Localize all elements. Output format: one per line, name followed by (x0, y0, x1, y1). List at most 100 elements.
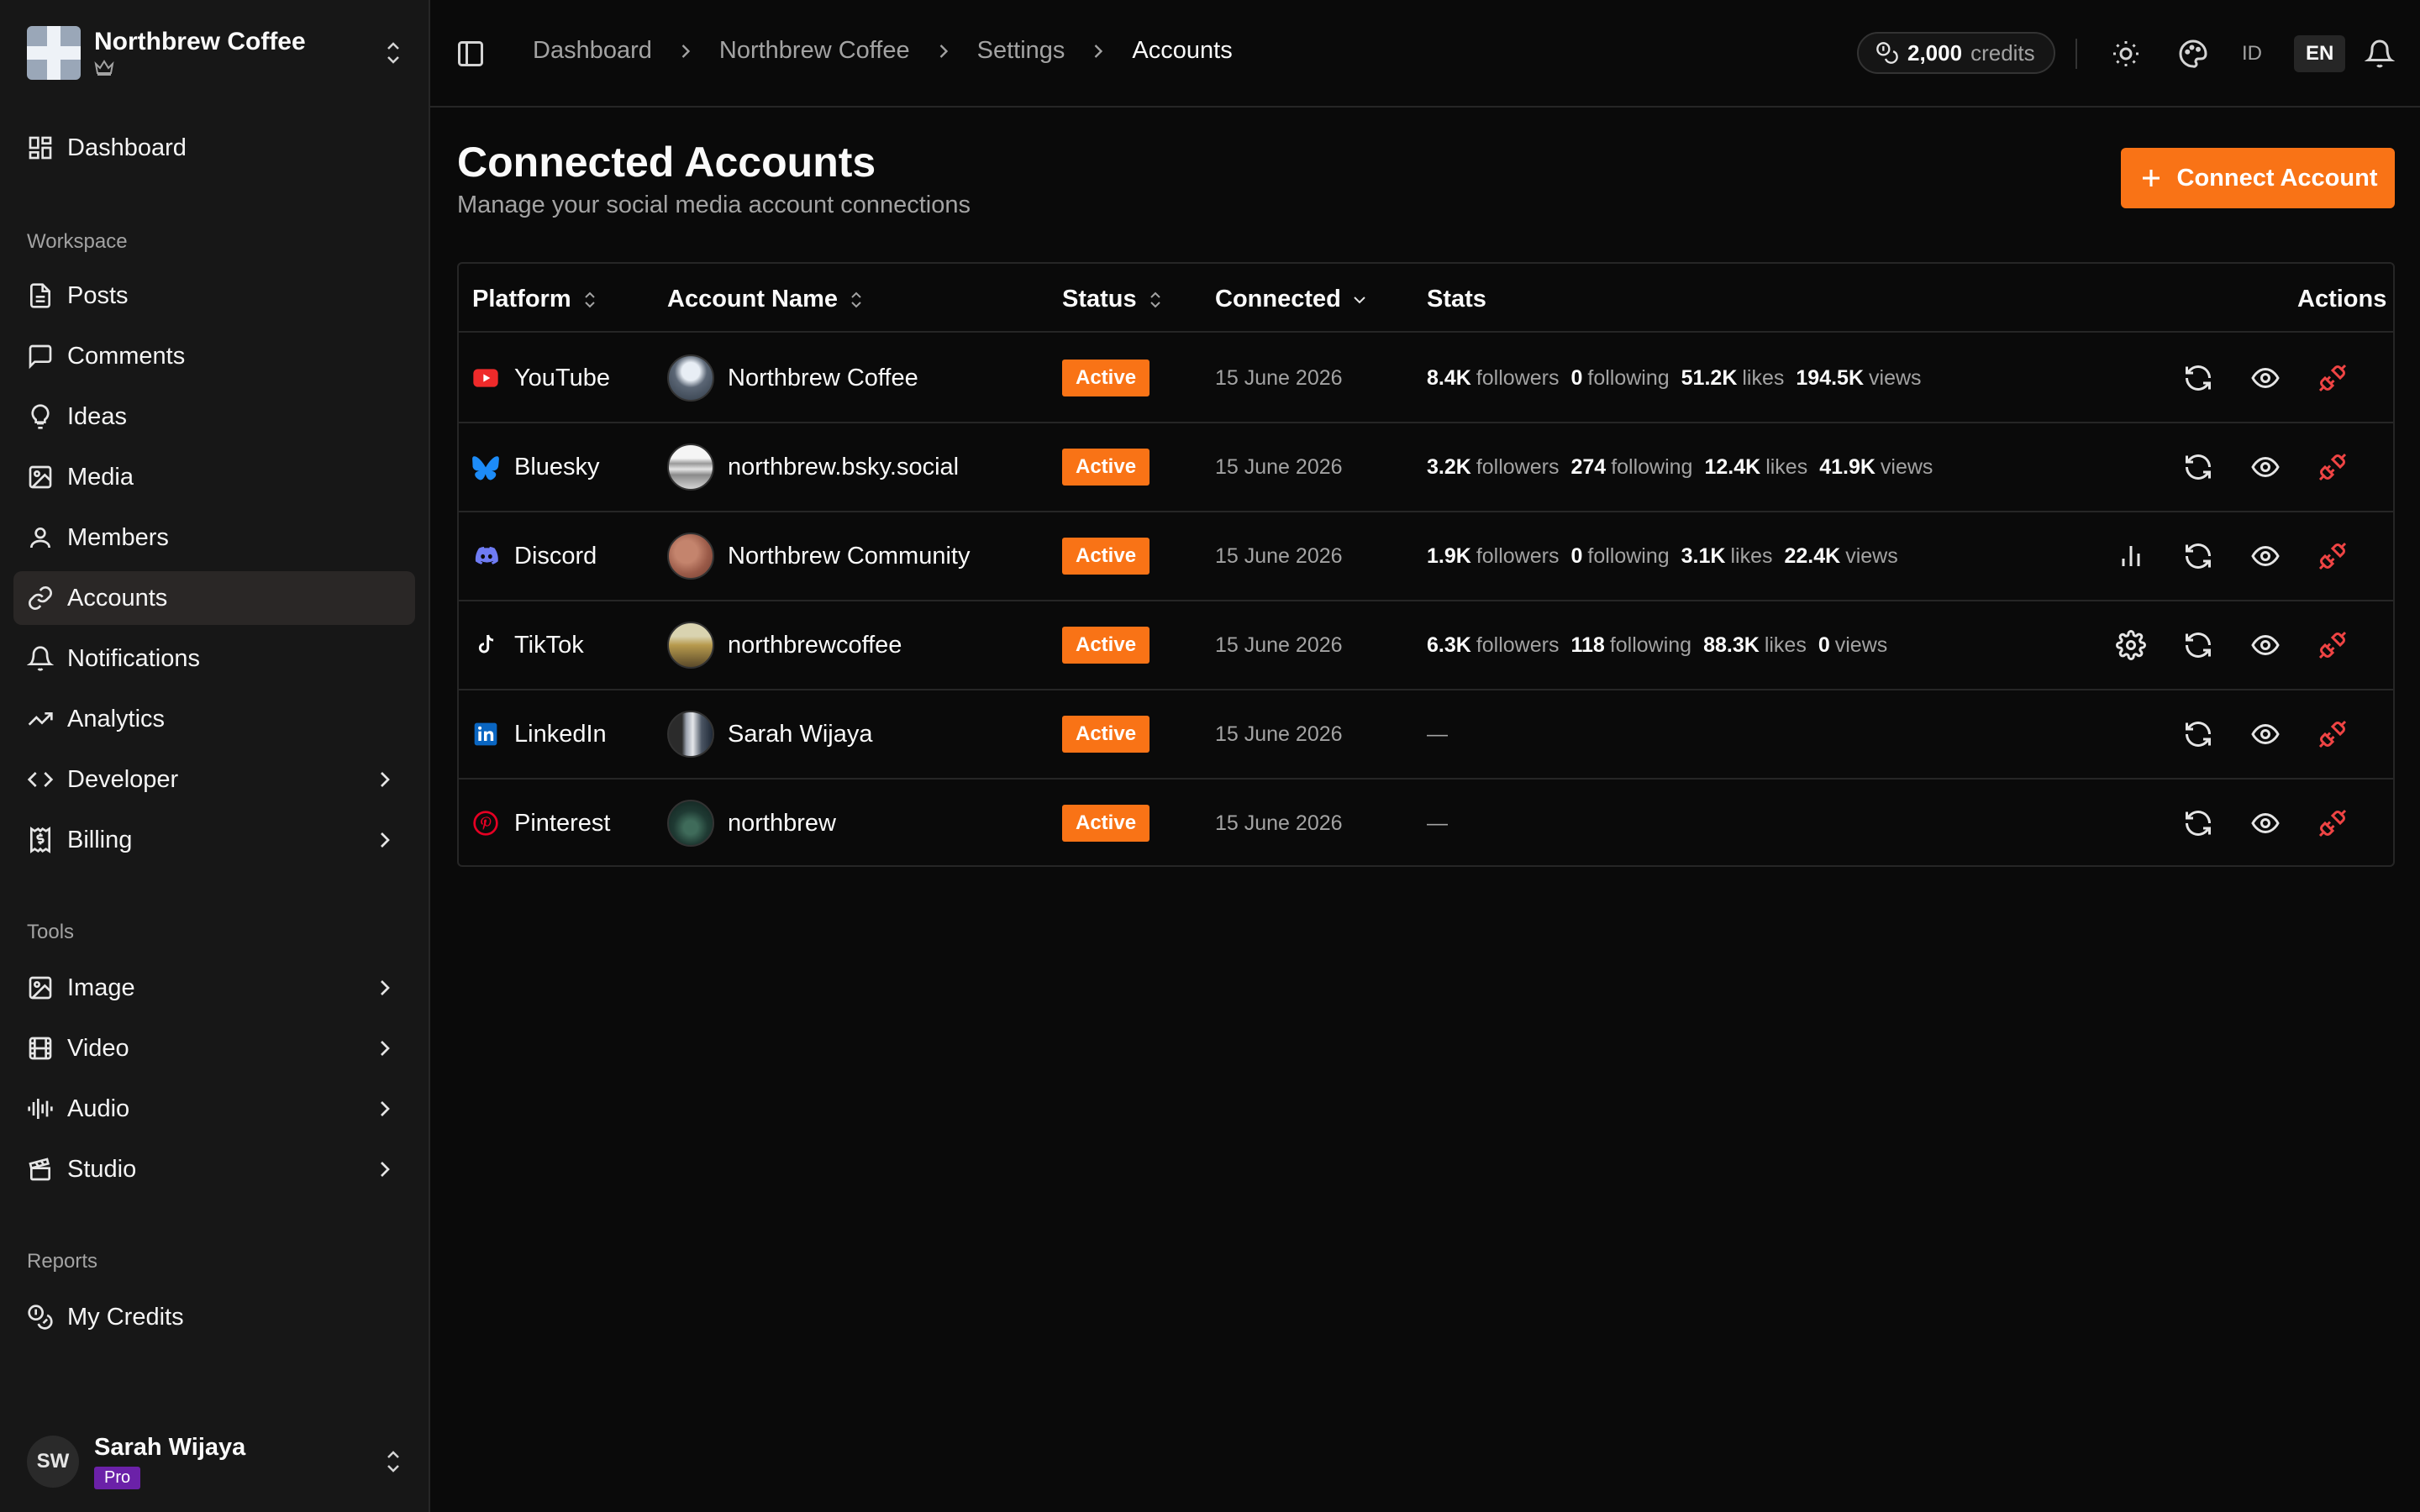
sun-icon[interactable] (2111, 39, 2141, 69)
section-label-tools: Tools (27, 921, 75, 943)
sidebar-item-posts[interactable]: Posts (13, 269, 415, 323)
sidebar-item-label: Audio (67, 1095, 130, 1122)
trending-up-icon (28, 712, 53, 726)
credits-label: credits (1970, 39, 2035, 66)
sidebar-item-studio[interactable]: Studio (13, 1142, 415, 1196)
panel-left-icon[interactable] (455, 39, 486, 69)
refresh-icon[interactable] (2183, 808, 2213, 838)
sidebar-item-comments[interactable]: Comments (13, 329, 415, 383)
chevrons-up-down-icon (1150, 291, 1160, 307)
cell-stats: — (1427, 780, 1448, 867)
sidebar-item-image[interactable]: Image (13, 961, 415, 1015)
column-status[interactable]: Status (1062, 286, 1165, 313)
stats-empty: — (1427, 722, 1448, 746)
column-platform[interactable]: Platform (472, 286, 600, 313)
bell-icon[interactable] (2365, 39, 2395, 69)
breadcrumb-dashboard[interactable]: Dashboard (533, 37, 652, 65)
sidebar-item-label: Comments (67, 342, 186, 370)
unplug-icon[interactable] (2317, 808, 2348, 838)
unplug-icon[interactable] (2317, 630, 2348, 660)
sidebar-item-media[interactable]: Media (13, 450, 415, 504)
chevron-right-icon (381, 832, 390, 848)
stat-value: 22.4K (1784, 543, 1841, 568)
sidebar-item-video[interactable]: Video (13, 1021, 415, 1075)
refresh-icon[interactable] (2183, 719, 2213, 749)
stat-label: views (1834, 633, 1888, 657)
cell-connected: 15 June 2026 (1215, 334, 1343, 422)
connect-account-button[interactable]: Connect Account (2121, 148, 2395, 208)
palette-icon[interactable] (2178, 39, 2208, 69)
sidebar-item-notifications[interactable]: Notifications (13, 632, 415, 685)
stat-label: followers (1476, 365, 1560, 390)
tiktok-icon (472, 632, 499, 659)
unplug-icon[interactable] (2317, 363, 2348, 393)
stat-label: likes (1764, 633, 1807, 657)
sidebar-item-audio[interactable]: Audio (13, 1082, 415, 1136)
image-icon (29, 465, 52, 489)
status-badge: Active (1062, 805, 1150, 842)
unplug-icon[interactable] (2317, 719, 2348, 749)
stat-value: 88.3K (1703, 633, 1760, 657)
sidebar-item-my-credits[interactable]: My Credits (13, 1290, 415, 1344)
account-avatar (667, 622, 714, 669)
stat-following: 118 following (1570, 633, 1691, 657)
eye-icon[interactable] (2250, 541, 2281, 571)
user-menu[interactable]: SW Sarah Wijaya Pro (27, 1428, 403, 1495)
account-name: Northbrew Community (728, 542, 971, 570)
sidebar-item-label: Image (67, 974, 135, 1001)
eye-icon[interactable] (2250, 719, 2281, 749)
column-label: Stats (1427, 286, 1486, 312)
table-row: Pinterest northbrew Active 15 June 2026 — (459, 780, 2393, 869)
section-label-workspace: Workspace (27, 230, 128, 253)
eye-icon[interactable] (2250, 452, 2281, 482)
stat-label: views (1880, 454, 1933, 479)
unplug-icon[interactable] (2317, 452, 2348, 482)
stat-value: 0 (1818, 633, 1830, 657)
credits-amount: 2,000 (1907, 39, 1963, 66)
stat-likes: 51.2K likes (1681, 366, 1785, 390)
stat-likes: 88.3K likes (1703, 633, 1807, 657)
sidebar-item-members[interactable]: Members (13, 511, 415, 564)
cell-platform: LinkedIn (472, 690, 607, 778)
sidebar-item-label: Developer (67, 765, 179, 793)
refresh-icon[interactable] (2183, 630, 2213, 660)
eye-icon[interactable] (2250, 808, 2281, 838)
eye-icon[interactable] (2250, 363, 2281, 393)
sidebar-item-dashboard[interactable]: Dashboard (13, 121, 415, 175)
stat-followers: 1.9K followers (1427, 544, 1559, 568)
breadcrumb-settings[interactable]: Settings (977, 37, 1065, 65)
stats: 3.2K followers 274 following 12.4K likes 41.9K… (1427, 455, 1944, 480)
workspace-switcher[interactable]: Northbrew Coffee (27, 25, 403, 81)
column-account-name[interactable]: Account Name (667, 286, 866, 313)
sidebar-item-ideas[interactable]: Ideas (13, 390, 415, 444)
sidebar-item-developer[interactable]: Developer (13, 753, 415, 806)
refresh-icon[interactable] (2183, 541, 2213, 571)
bar-chart-icon[interactable] (2116, 541, 2146, 571)
cell-account: northbrew.bsky.social (667, 423, 959, 511)
lang-id[interactable]: ID (2230, 35, 2274, 72)
settings-icon[interactable] (2116, 630, 2146, 660)
column-connected[interactable]: Connected (1215, 286, 1370, 313)
table-row: Bluesky northbrew.bsky.social Active 15 Jun… (459, 423, 2393, 512)
chevron-down-icon (1354, 296, 1365, 303)
unplug-icon[interactable] (2317, 541, 2348, 571)
breadcrumb-workspace[interactable]: Northbrew Coffee (719, 37, 910, 65)
sidebar-item-billing[interactable]: Billing (13, 813, 415, 867)
cell-status: Active (1062, 690, 1150, 778)
cell-status: Active (1062, 334, 1150, 422)
lang-en[interactable]: EN (2294, 35, 2346, 72)
stat-views: 41.9K views (1819, 455, 1933, 479)
eye-icon[interactable] (2250, 630, 2281, 660)
link-icon (29, 586, 52, 610)
column-actions: Actions (2297, 286, 2386, 313)
credits-pill[interactable]: 2,000 credits (1857, 32, 2055, 74)
refresh-icon[interactable] (2183, 452, 2213, 482)
sidebar-item-analytics[interactable]: Analytics (13, 692, 415, 746)
sidebar-item-accounts[interactable]: Accounts (13, 571, 415, 625)
refresh-icon[interactable] (2183, 363, 2213, 393)
platform-name: TikTok (514, 631, 584, 659)
stats: 6.3K followers 118 following 88.3K likes 0 view… (1427, 633, 1899, 658)
cell-stats: — (1427, 690, 1448, 778)
breadcrumb-current: Accounts (1132, 37, 1233, 64)
stat-label: likes (1730, 543, 1773, 568)
